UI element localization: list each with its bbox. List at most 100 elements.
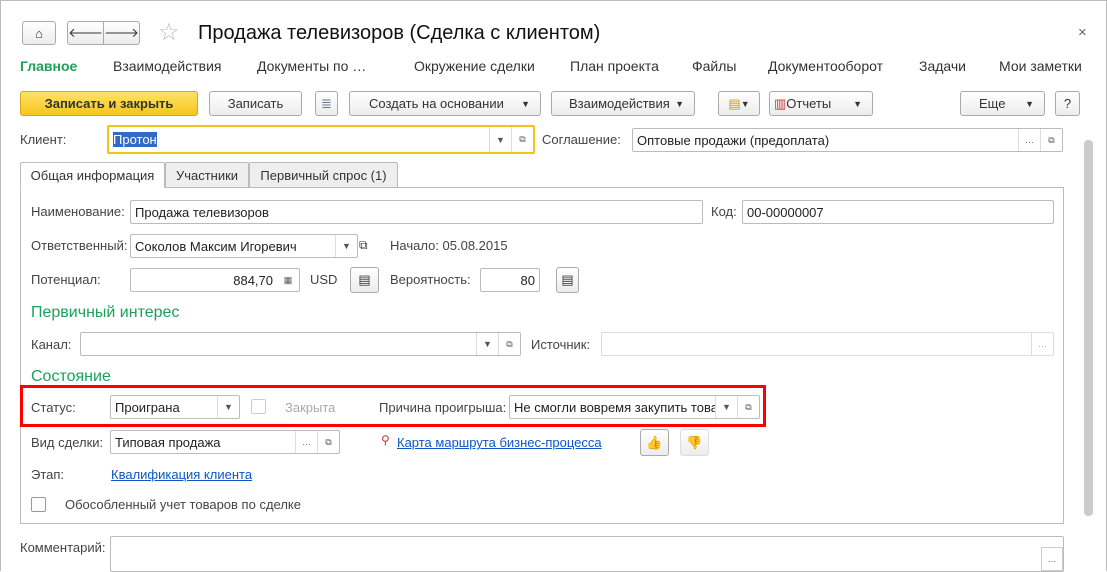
nav-tasks[interactable]: Задачи bbox=[919, 58, 966, 74]
potential-field[interactable]: 884,70 ▦ bbox=[130, 268, 300, 292]
tab-participants[interactable]: Участники bbox=[165, 162, 249, 188]
currency: USD bbox=[310, 272, 338, 287]
interactions-button[interactable]: Взаимодействия ▼ bbox=[551, 91, 695, 116]
close-icon[interactable]: × bbox=[1078, 24, 1087, 41]
tab-primary-demand[interactable]: Первичный спрос (1) bbox=[249, 162, 398, 188]
select-icon[interactable]: … bbox=[1031, 333, 1053, 355]
chevron-down-icon[interactable]: ▼ bbox=[489, 127, 511, 152]
reports-label: Отчеты bbox=[786, 96, 832, 111]
status-label: Статус: bbox=[31, 400, 76, 415]
chevron-down-icon: ▼ bbox=[740, 98, 750, 109]
client-field[interactable]: Протон ▼ ⧉ bbox=[107, 125, 535, 154]
nav-files[interactable]: Файлы bbox=[692, 58, 736, 74]
arrow-left-icon: 🡐 bbox=[68, 25, 103, 40]
thumbs-down-button[interactable]: 👎 bbox=[680, 429, 709, 456]
nav-documents[interactable]: Документы по … bbox=[257, 58, 366, 74]
nav-environment[interactable]: Окружение сделки bbox=[414, 58, 535, 74]
deal-type-label: Вид сделки: bbox=[31, 435, 104, 450]
nav-main[interactable]: Главное bbox=[20, 58, 77, 74]
comment-field[interactable]: … bbox=[110, 536, 1064, 572]
nav-project-plan[interactable]: План проекта bbox=[570, 58, 659, 74]
loss-reason-value: Не смогли вовремя закупить товар bbox=[514, 399, 715, 415]
section-state: Состояние bbox=[31, 368, 111, 385]
name-field[interactable]: Продажа телевизоров bbox=[130, 200, 703, 224]
open-icon[interactable]: ⧉ bbox=[737, 396, 759, 418]
closed-label: Закрыта bbox=[285, 400, 336, 415]
name-label: Наименование: bbox=[31, 204, 125, 219]
probability-value: 80 bbox=[520, 272, 535, 288]
forward-button[interactable]: 🡒 bbox=[103, 21, 140, 45]
client-value: Протон bbox=[113, 132, 157, 147]
process-map-icon: ⚲ bbox=[381, 433, 390, 447]
home-button[interactable]: ⌂ bbox=[22, 21, 56, 45]
responsible-field[interactable]: Соколов Максим Игоревич ▼ bbox=[130, 234, 358, 258]
help-button[interactable]: ? bbox=[1055, 91, 1080, 116]
open-icon[interactable]: ⧉ bbox=[498, 333, 520, 355]
code-value: 00-00000007 bbox=[747, 204, 824, 220]
tab-general[interactable]: Общая информация bbox=[20, 162, 165, 188]
chevron-down-icon[interactable]: ▼ bbox=[335, 235, 357, 257]
calc-icon: ▤ bbox=[561, 272, 574, 287]
source-label: Источник: bbox=[531, 337, 591, 352]
open-icon[interactable]: ⧉ bbox=[1040, 129, 1062, 151]
save-button[interactable]: Записать bbox=[209, 91, 302, 116]
calculator-icon[interactable]: ▦ bbox=[277, 269, 299, 291]
code-label: Код: bbox=[711, 204, 737, 219]
open-icon[interactable]: ⧉ bbox=[359, 238, 368, 253]
closed-checkbox[interactable] bbox=[251, 399, 266, 414]
chevron-down-icon: ▼ bbox=[521, 98, 530, 109]
thumbs-up-icon: 👍 bbox=[646, 434, 663, 450]
chevron-down-icon: ▼ bbox=[675, 98, 684, 109]
probability-field[interactable]: 80 bbox=[480, 268, 540, 292]
status-value: Проиграна bbox=[115, 399, 180, 415]
loss-reason-field[interactable]: Не смогли вовремя закупить товар ▼ ⧉ bbox=[509, 395, 760, 419]
comment-label: Комментарий: bbox=[20, 540, 106, 555]
chevron-down-icon[interactable]: ▼ bbox=[217, 396, 239, 418]
more-button[interactable]: Еще ▼ bbox=[960, 91, 1045, 116]
open-icon[interactable]: ⧉ bbox=[511, 127, 533, 152]
channel-field[interactable]: ▼ ⧉ bbox=[80, 332, 521, 356]
create-based-label: Создать на основании bbox=[369, 96, 504, 111]
agreement-label: Соглашение: bbox=[542, 132, 621, 147]
deal-type-field[interactable]: Типовая продажа … ⧉ bbox=[110, 430, 340, 454]
home-icon: ⌂ bbox=[35, 25, 43, 41]
probability-button[interactable]: ▤ bbox=[556, 267, 579, 293]
chevron-down-icon[interactable]: ▼ bbox=[476, 333, 498, 355]
open-icon[interactable]: ⧉ bbox=[317, 431, 339, 453]
reports-button[interactable]: ▥ Отчеты ▼ bbox=[769, 91, 873, 116]
nav-docflow[interactable]: Документооборот bbox=[768, 58, 883, 74]
thumbs-up-button[interactable]: 👍 bbox=[640, 429, 669, 456]
report-icon: ▥ bbox=[774, 95, 787, 111]
loss-reason-label: Причина проигрыша: bbox=[379, 400, 507, 415]
agreement-value: Оптовые продажи (предоплата) bbox=[637, 132, 830, 148]
nav-notes[interactable]: Мои заметки bbox=[999, 58, 1082, 74]
star-icon[interactable]: ☆ bbox=[158, 18, 180, 47]
potential-value: 884,70 bbox=[233, 272, 273, 288]
back-button[interactable]: 🡐 bbox=[67, 21, 104, 45]
document-clock-icon: ▤ bbox=[728, 95, 741, 111]
select-icon[interactable]: … bbox=[295, 431, 317, 453]
list-button[interactable]: ≣ bbox=[315, 91, 338, 116]
stage-link[interactable]: Квалификация клиента bbox=[111, 467, 252, 482]
responsible-label: Ответственный: bbox=[31, 238, 128, 253]
source-field[interactable]: … bbox=[601, 332, 1054, 356]
related-docs-button[interactable]: ▤ ▼ bbox=[718, 91, 760, 116]
scrollbar[interactable] bbox=[1084, 140, 1093, 516]
currency-button[interactable]: ▤ bbox=[350, 267, 379, 293]
select-icon[interactable]: … bbox=[1041, 547, 1063, 571]
save-close-button[interactable]: Записать и закрыть bbox=[20, 91, 198, 116]
separate-accounting-checkbox[interactable] bbox=[31, 497, 46, 512]
route-map-link[interactable]: Карта маршрута бизнес-процесса bbox=[397, 435, 602, 450]
section-primary-interest: Первичный интерес bbox=[31, 304, 180, 321]
probability-label: Вероятность: bbox=[390, 272, 471, 287]
status-field[interactable]: Проиграна ▼ bbox=[110, 395, 240, 419]
chevron-down-icon[interactable]: ▼ bbox=[715, 396, 737, 418]
create-based-button[interactable]: Создать на основании ▼ bbox=[349, 91, 541, 116]
select-icon[interactable]: … bbox=[1018, 129, 1040, 151]
nav-interactions[interactable]: Взаимодействия bbox=[113, 58, 222, 74]
code-field[interactable]: 00-00000007 bbox=[742, 200, 1054, 224]
page-title: Продажа телевизоров (Сделка с клиентом) bbox=[198, 22, 601, 44]
agreement-field[interactable]: Оптовые продажи (предоплата) … ⧉ bbox=[632, 128, 1063, 152]
arrow-right-icon: 🡒 bbox=[104, 25, 139, 40]
potential-label: Потенциал: bbox=[31, 272, 101, 287]
